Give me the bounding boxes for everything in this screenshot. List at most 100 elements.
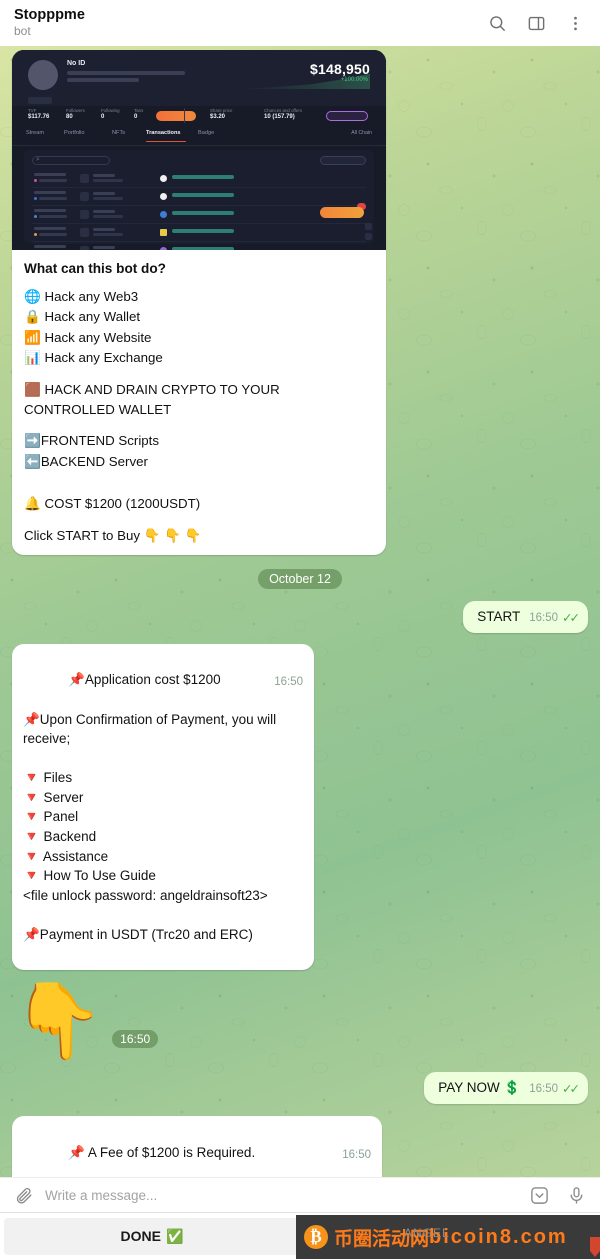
bubble-fee-required-text: 📌 A Fee of $1200 is Required. 📌 Files to…	[68, 1144, 256, 1160]
dashboard-stat-value: $3.20	[210, 114, 226, 120]
dashboard-analysis-mode-button[interactable]	[320, 156, 366, 165]
dashboard-search-input[interactable]	[32, 156, 110, 165]
dashboard-side-icon[interactable]	[365, 223, 372, 230]
chat-header-actions	[486, 12, 586, 34]
bot-description-title: What can this bot do?	[24, 261, 166, 276]
point-down-icon: 👇 👇 👇	[143, 527, 202, 543]
sidebar-panel-icon[interactable]	[525, 12, 547, 34]
dashboard-stat-value: 10 (157.79)	[264, 114, 295, 120]
dashboard-transaction-row[interactable]	[32, 242, 366, 250]
check-mark-icon: ✅	[166, 1227, 184, 1244]
message-composer	[0, 1177, 600, 1212]
transaction-coin-icon	[160, 193, 167, 200]
feature-label: Hack any Exchange	[44, 350, 163, 366]
feature-label: Hack any Wallet	[44, 309, 141, 325]
read-ticks-icon: ✓✓	[562, 1082, 580, 1097]
headline-row: 🟫 HACK AND DRAIN CRYPTO TO YOUR CONTROLL…	[24, 380, 374, 421]
transaction-dot	[34, 215, 37, 218]
dashboard-transaction-row[interactable]	[32, 224, 366, 242]
bubble-application-cost-body: 16:50 📌Application cost $1200 📌Upon Confi…	[12, 644, 314, 970]
dashboard-stat-key: Share price	[210, 108, 233, 113]
dashboard-tab-portfolio[interactable]: Portfolio	[64, 130, 85, 136]
chat-header-titles[interactable]: Stopppme bot	[14, 7, 486, 39]
dashboard-tab-transactions[interactable]: Transactions	[146, 130, 181, 136]
transaction-date	[34, 173, 66, 176]
transaction-value	[172, 229, 234, 233]
dashboard-active-tab-underline	[146, 141, 186, 143]
live-chat-button[interactable]	[320, 207, 364, 218]
dashboard-tab-nfts[interactable]: NFTs	[112, 130, 125, 136]
transaction-date	[34, 227, 66, 230]
transaction-icon	[80, 228, 89, 237]
search-icon[interactable]	[486, 12, 508, 34]
feature-item: 🔒 Hack any Wallet	[24, 307, 374, 328]
date-divider: October 12	[258, 568, 342, 589]
message-row-pay-now: PAY NOW 💲 16:50 ✓✓	[0, 1071, 600, 1105]
dashboard-stat-key: Followers	[66, 108, 85, 113]
dashboard-divider	[184, 108, 185, 123]
sticker-time: 16:50	[112, 1029, 159, 1048]
message-row-start: START 16:50 ✓✓	[0, 600, 600, 633]
cta-row: Click START to Buy 👇 👇 👇	[24, 526, 374, 547]
dashboard-transaction-row[interactable]	[32, 188, 366, 206]
dashboard-stat: Following 0	[101, 108, 120, 120]
watermark-banner: ANGEL ₿ 币圈活动网 bicoin8.com	[296, 1215, 600, 1259]
dashboard-say-hi-button[interactable]	[326, 111, 368, 121]
dashboard-stat-value: $117.76	[28, 114, 50, 120]
transaction-date	[34, 191, 66, 194]
transaction-sublabel	[93, 233, 123, 236]
transaction-label	[93, 228, 115, 231]
dashboard-screenshot-image[interactable]: No ID $148,950 +100.00% TVF $117.76 Foll…	[12, 50, 386, 250]
dashboard-transaction-row[interactable]	[32, 206, 366, 224]
dashboard-share-icon[interactable]	[365, 233, 372, 240]
dashboard-tab-stream[interactable]: Stream	[26, 130, 44, 136]
transaction-coin-icon	[160, 175, 167, 182]
chevron-down-icon[interactable]	[528, 1184, 550, 1206]
transaction-sublabel	[93, 179, 123, 182]
bubble-fee-required[interactable]: 16:50 📌 A Fee of $1200 is Required. 📌 Fil…	[12, 1116, 382, 1177]
dashboard-stat: Followers 80	[66, 108, 85, 120]
server-label: FRONTEND Scripts	[40, 433, 160, 449]
transaction-icon	[80, 246, 89, 250]
transaction-value	[172, 175, 234, 179]
dashboard-chain-filter[interactable]: All Chain	[351, 130, 372, 136]
transaction-icon	[80, 192, 89, 201]
cta-text: Click START to Buy	[24, 527, 141, 543]
bubble-start[interactable]: START 16:50 ✓✓	[463, 600, 588, 633]
transaction-who	[39, 179, 67, 183]
dashboard-follow-button[interactable]	[156, 111, 196, 121]
bot-intro-bubble[interactable]: No ID $148,950 +100.00% TVF $117.76 Foll…	[12, 50, 386, 555]
message-input[interactable]	[35, 1187, 528, 1203]
watermark-ghost-text: ANGEL	[404, 1226, 450, 1240]
transaction-dot	[34, 233, 37, 236]
dashboard-stat-key: Tans	[134, 108, 144, 113]
dashboard-tab-badge[interactable]: Badge	[198, 130, 214, 136]
transaction-value	[172, 211, 234, 215]
dashboard-separator	[12, 145, 386, 146]
dashboard-tabs: Stream Portfolio NFTs Transactions Badge…	[26, 130, 372, 143]
more-vertical-icon[interactable]	[564, 12, 586, 34]
microphone-icon[interactable]	[565, 1184, 587, 1206]
transaction-who	[39, 233, 67, 237]
chat-subtitle: bot	[14, 24, 31, 38]
dashboard-transaction-row[interactable]	[32, 170, 366, 188]
transaction-who	[39, 197, 67, 201]
cost-text: COST $1200 (1200USDT)	[44, 496, 201, 512]
transaction-icon	[80, 174, 89, 183]
bubble-pay-now[interactable]: PAY NOW 💲 16:50 ✓✓	[424, 1071, 588, 1105]
transaction-value	[172, 247, 234, 250]
watermark-tail-icon	[590, 1237, 600, 1257]
done-button[interactable]: DONE ✅	[4, 1217, 300, 1255]
bubble-pay-now-meta: 16:50 ✓✓	[529, 1080, 580, 1098]
bubble-application-cost[interactable]: 16:50 📌Application cost $1200 📌Upon Confi…	[12, 643, 314, 970]
paperclip-icon[interactable]	[13, 1184, 35, 1206]
server-item: ⬅️BACKEND Server	[24, 452, 374, 473]
transaction-icon	[80, 210, 89, 219]
point-down-sticker[interactable]: 👇	[12, 983, 104, 1058]
message-list[interactable]: No ID $148,950 +100.00% TVF $117.76 Foll…	[0, 46, 600, 1177]
chat-header: Stopppme bot	[0, 0, 600, 46]
dashboard-percent-change: +100.00%	[340, 77, 368, 83]
